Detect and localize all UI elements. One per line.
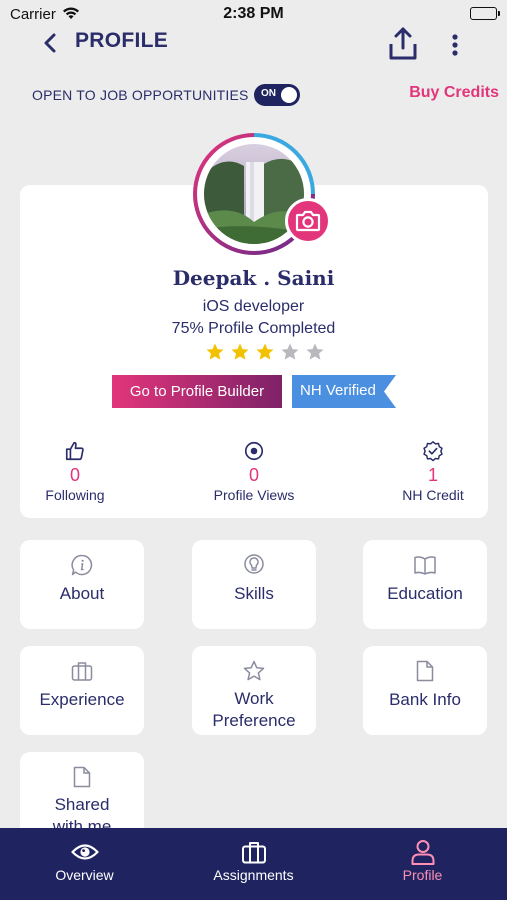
briefcase-icon xyxy=(242,842,266,864)
tile-work-preference[interactable]: Work Preference xyxy=(192,646,316,735)
following-label: Following xyxy=(45,487,105,503)
document-icon xyxy=(73,766,91,788)
profile-views-count: 0 xyxy=(248,465,259,485)
camera-icon xyxy=(295,210,321,232)
nh-credit-count: 1 xyxy=(427,465,438,485)
camera-button[interactable] xyxy=(285,198,331,244)
tab-assignments-label: Assignments xyxy=(213,867,294,883)
buy-credits-link[interactable]: Buy Credits xyxy=(409,84,499,102)
tile-skills-label: Skills xyxy=(234,584,274,603)
verified-check-icon xyxy=(423,441,443,462)
battery-icon xyxy=(470,7,500,20)
book-icon xyxy=(414,556,436,575)
back-chevron-icon[interactable] xyxy=(38,30,64,56)
stat-profile-views[interactable]: 0 Profile Views xyxy=(179,440,329,503)
following-count: 0 xyxy=(69,465,80,485)
user-role: iOS developer xyxy=(202,298,305,315)
person-icon xyxy=(411,840,435,865)
profile-views-label: Profile Views xyxy=(213,487,295,503)
tab-overview[interactable]: Overview xyxy=(0,828,169,900)
tile-experience[interactable]: Experience xyxy=(20,646,144,735)
tile-work-preference-label: Work Preference xyxy=(212,689,296,730)
job-opportunities-toggle[interactable]: ON xyxy=(254,84,300,106)
toggle-knob xyxy=(281,87,297,103)
briefcase-icon xyxy=(71,662,93,681)
tab-overview-label: Overview xyxy=(55,867,114,883)
tab-profile-label: Profile xyxy=(402,867,443,883)
nh-credit-label: NH Credit xyxy=(402,487,464,503)
star-outline-icon xyxy=(243,660,265,681)
nav-header: PROFILE xyxy=(0,26,507,64)
page-title: PROFILE xyxy=(75,29,169,52)
share-upload-icon[interactable] xyxy=(387,26,419,62)
tile-education-label: Education xyxy=(387,584,463,603)
profile-completion-text: 75% Profile Completed xyxy=(171,320,336,337)
tile-skills[interactable]: Skills xyxy=(192,540,316,629)
job-opportunities-label: OPEN TO JOB OPPORTUNITIES xyxy=(32,87,249,103)
star-filled-icon xyxy=(206,343,224,360)
status-bar: Carrier 2:38 PM xyxy=(0,0,507,28)
thumbs-up-icon xyxy=(65,441,84,461)
stat-following[interactable]: 0 Following xyxy=(0,440,150,503)
tile-education[interactable]: Education xyxy=(363,540,487,629)
rating-stars xyxy=(205,342,325,362)
document-icon xyxy=(416,660,434,682)
clock: 2:38 PM xyxy=(223,5,284,22)
star-empty-icon xyxy=(306,343,324,360)
stat-nh-credit[interactable]: 1 NH Credit xyxy=(358,440,507,503)
tile-about-label: About xyxy=(59,584,105,603)
tile-bank-info[interactable]: Bank Info xyxy=(363,646,487,735)
star-filled-icon xyxy=(256,343,274,360)
nh-verified-label: NH Verified xyxy=(300,382,376,399)
tile-bank-info-label: Bank Info xyxy=(389,690,461,709)
lightbulb-icon xyxy=(244,554,264,574)
star-filled-icon xyxy=(231,343,249,360)
eye-icon xyxy=(71,844,99,860)
tile-about[interactable]: About xyxy=(20,540,144,629)
star-empty-icon xyxy=(281,343,299,360)
toggle-state-label: ON xyxy=(261,88,276,99)
more-vertical-icon[interactable] xyxy=(446,32,464,58)
tab-profile[interactable]: Profile xyxy=(338,828,507,900)
tab-assignments[interactable]: Assignments xyxy=(169,828,338,900)
user-name: Deepak . Saini xyxy=(172,266,335,290)
info-bubble-icon xyxy=(71,554,93,576)
tile-experience-label: Experience xyxy=(39,690,125,709)
profile-builder-button[interactable]: Go to Profile Builder xyxy=(112,375,282,408)
nh-verified-badge: NH Verified xyxy=(292,375,396,408)
tab-bar: Overview Assignments Profile xyxy=(0,828,507,900)
eye-circle-icon xyxy=(244,441,264,461)
